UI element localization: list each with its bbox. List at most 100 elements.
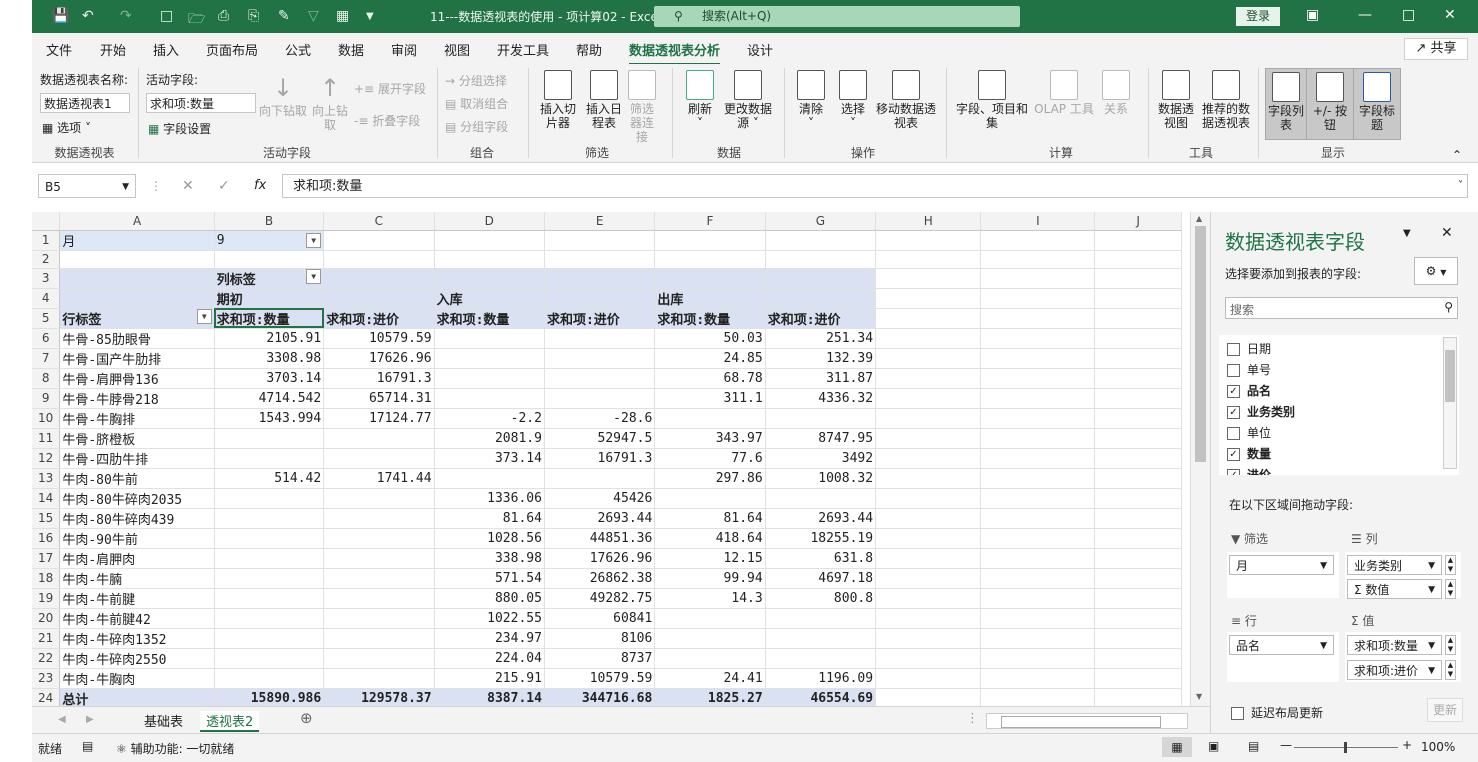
group-header-outbound[interactable]: 出库 <box>654 288 766 309</box>
empty-cell[interactable] <box>1094 328 1182 349</box>
value-cell[interactable] <box>323 588 435 609</box>
total-label[interactable]: 总计 <box>59 688 215 706</box>
empty-cell[interactable] <box>875 328 982 349</box>
empty-cell[interactable] <box>875 508 982 529</box>
value-cell[interactable] <box>323 528 435 549</box>
redo-icon[interactable]: ↷ <box>120 8 132 24</box>
search-box[interactable]: ⚲ 搜索(Alt+Q) <box>654 6 1020 27</box>
row-label-cell[interactable]: 牛骨-85肋眼骨 <box>59 328 215 349</box>
value-cell[interactable] <box>323 448 435 469</box>
col-header[interactable]: J <box>1094 212 1182 231</box>
value-cell[interactable]: 16791.3 <box>544 448 656 469</box>
open-file-icon[interactable]: 🗁 <box>188 8 205 32</box>
value-cell[interactable] <box>214 528 325 549</box>
empty-cell[interactable] <box>980 428 1096 449</box>
checkbox-icon[interactable] <box>1227 364 1240 377</box>
value-cell[interactable]: 132.39 <box>765 348 877 369</box>
empty-cell[interactable] <box>1094 548 1182 569</box>
value-cell[interactable]: 2081.9 <box>434 428 545 449</box>
empty-cell[interactable] <box>1094 508 1182 529</box>
page-layout-view-icon[interactable]: ▣ <box>1208 739 1219 753</box>
accessibility-status[interactable]: ⚛ 辅助功能: 一切就绪 <box>116 740 234 757</box>
value-cell[interactable]: 800.8 <box>765 588 877 609</box>
value-cell[interactable]: 3308.98 <box>214 348 325 369</box>
tab-file[interactable]: 文件 <box>46 40 72 59</box>
empty-cell[interactable] <box>875 428 982 449</box>
row-field-pill[interactable]: 品名 ▼ <box>1229 635 1334 655</box>
login-button[interactable]: 登录 <box>1236 7 1280 26</box>
value-header[interactable]: 求和项:数量 <box>434 308 545 329</box>
pivot-name-input[interactable]: 数据透视表1 <box>40 93 130 113</box>
field-item[interactable]: 日期 <box>1227 340 1271 357</box>
value-cell[interactable]: 3492 <box>765 448 877 469</box>
value-cell[interactable] <box>434 388 545 409</box>
empty-cell[interactable] <box>875 648 982 669</box>
value-cell[interactable]: 77.6 <box>654 448 766 469</box>
tab-home[interactable]: 开始 <box>100 40 126 59</box>
row-label-cell[interactable]: 牛肉-牛腩 <box>59 568 215 589</box>
value-cell[interactable] <box>323 508 435 529</box>
value-cell[interactable] <box>544 328 656 349</box>
horizontal-scrollbar[interactable] <box>986 713 1188 729</box>
value-cell[interactable] <box>434 468 545 489</box>
value-cell[interactable]: 311.87 <box>765 368 877 389</box>
collapse-field-button[interactable]: -≡ 折叠字段 <box>354 112 420 129</box>
update-button[interactable]: 更新 <box>1427 698 1463 722</box>
field-item[interactable]: ✓ 数量 <box>1227 445 1271 462</box>
insert-function-icon[interactable]: fx <box>254 178 266 193</box>
row-label-cell[interactable]: 牛骨-四肋牛排 <box>59 448 215 469</box>
collapse-ribbon-icon[interactable]: ⌃ <box>1452 148 1462 162</box>
value-cell[interactable] <box>214 608 325 629</box>
drill-down-button[interactable]: ↓ 向下钻取 <box>258 72 308 118</box>
insert-slicer-button[interactable]: 插入切片器 <box>536 70 580 130</box>
group-header-opening[interactable]: 期初 <box>214 288 325 309</box>
value-cell[interactable]: 8747.95 <box>765 428 877 449</box>
value-cell[interactable]: 2105.91 <box>214 328 325 349</box>
options-button[interactable]: ▦ 选项 ˅ <box>42 119 91 136</box>
value-cell[interactable]: 26862.38 <box>544 568 656 589</box>
row-header[interactable]: 22 <box>32 648 61 669</box>
minimize-icon[interactable]: — <box>1358 7 1372 23</box>
row-label-cell[interactable]: 牛肉-80牛前 <box>59 468 215 489</box>
value-cell[interactable]: 418.64 <box>654 528 766 549</box>
empty-cell[interactable] <box>875 608 982 629</box>
col-header[interactable]: I <box>980 212 1096 231</box>
field-settings-button[interactable]: ▦ 字段设置 <box>148 120 211 137</box>
value-cell[interactable]: 81.64 <box>434 508 545 529</box>
field-item[interactable]: ✓ 进价 <box>1227 466 1271 475</box>
value-cell[interactable] <box>323 568 435 589</box>
value-cell[interactable]: 4697.18 <box>765 568 877 589</box>
field-item[interactable]: ✓ 业务类别 <box>1227 403 1295 420</box>
value-cell[interactable] <box>434 348 545 369</box>
value-cell[interactable] <box>323 668 435 689</box>
value-cell[interactable] <box>765 628 877 649</box>
select-all-corner[interactable] <box>32 212 61 231</box>
value-cell[interactable]: 24.85 <box>654 348 766 369</box>
filter-connections-button[interactable]: 筛选器连接 <box>626 70 658 144</box>
value-cell[interactable]: 12.15 <box>654 548 766 569</box>
row-label-cell[interactable]: 牛肉-牛前腱42 <box>59 608 215 629</box>
row-header[interactable]: 13 <box>32 468 61 489</box>
empty-cell[interactable] <box>875 668 982 689</box>
empty-cell[interactable] <box>980 408 1096 429</box>
filter-field-pill[interactable]: 月 ▼ <box>1229 555 1334 575</box>
value-cell[interactable]: 4714.542 <box>214 388 325 409</box>
field-list-scroll-thumb[interactable] <box>1445 350 1455 402</box>
row-label-cell[interactable]: 牛肉-牛胸肉 <box>59 668 215 689</box>
zoom-slider-thumb[interactable] <box>1344 742 1347 753</box>
h-scroll-thumb[interactable] <box>1001 716 1161 728</box>
value-header[interactable]: 求和项:进价 <box>323 308 435 329</box>
pivot-chart-button[interactable]: 数据透视图 <box>1154 70 1198 130</box>
row-label-cell[interactable]: 牛肉-90牛前 <box>59 528 215 549</box>
value-cell[interactable] <box>214 568 325 589</box>
expand-field-button[interactable]: +≡ 展开字段 <box>354 80 426 97</box>
undo-icon[interactable]: ↶ <box>82 8 94 24</box>
scroll-thumb[interactable] <box>1195 226 1206 462</box>
value-cell[interactable]: 18255.19 <box>765 528 877 549</box>
value-field-pill[interactable]: 求和项:进价 ▼ <box>1347 660 1442 680</box>
group-header-inbound[interactable]: 入库 <box>434 288 545 309</box>
row-header[interactable]: 18 <box>32 568 61 589</box>
value-cell[interactable]: 24.41 <box>654 668 766 689</box>
row-label-cell[interactable]: 牛骨-脐橙板 <box>59 428 215 449</box>
checkbox-checked-icon[interactable]: ✓ <box>1227 469 1240 475</box>
